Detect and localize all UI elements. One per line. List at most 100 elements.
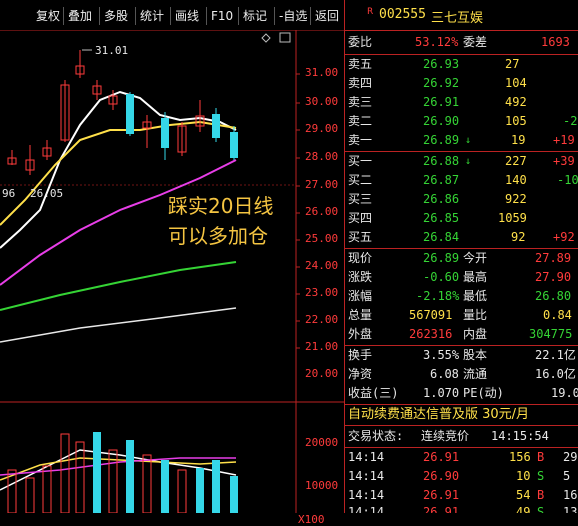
bid-price: 26.85	[423, 211, 460, 225]
bid-price: 26.87	[423, 173, 460, 187]
ask-label: 卖二	[348, 114, 373, 128]
kline-chart[interactable]: 31.00 30.00 29.00 28.00 27.00 26.00 25.0…	[0, 30, 344, 526]
stat-value: 262316	[409, 327, 453, 341]
stock-header: R 002555 三七互娱	[345, 5, 578, 27]
price-axis-label: 20.00	[305, 367, 339, 380]
bid-label: 买四	[348, 211, 373, 225]
stat-value: -0.60	[423, 270, 460, 284]
stat-label: 最高	[463, 270, 488, 284]
price-axis-label: 31.00	[305, 66, 339, 79]
price-axis-label: 23.00	[305, 286, 339, 299]
toolbar-draw-button[interactable]: 画线	[170, 7, 203, 25]
toolbar-mark-button[interactable]: 标记	[238, 7, 271, 25]
stat-label: 内盘	[463, 327, 488, 341]
bid-change: +92	[553, 230, 575, 244]
price-axis-label: 28.00	[305, 150, 339, 163]
toolbar-watchlist-button[interactable]: -自选	[274, 7, 311, 25]
arrow-down-icon: ↓	[465, 156, 472, 167]
toolbar-stats-button[interactable]: 统计	[135, 7, 168, 25]
bid-volume: 227	[505, 154, 527, 168]
stat-label: 总量	[348, 308, 373, 322]
bid-volume: 922	[505, 192, 527, 206]
price-axis-label: 24.00	[305, 259, 339, 272]
weibi-label: 委比	[348, 35, 373, 49]
stat-row: 换手 3.55% 股本 22.1亿	[345, 346, 578, 365]
kline-canvas	[0, 30, 344, 513]
stat-row: 涨幅 -2.18% 最低 26.80	[345, 287, 578, 306]
stat-value: 0.84	[543, 308, 572, 322]
price-axis-label: 21.00	[305, 340, 339, 353]
stat-row: 总量 567091 量比 0.84	[345, 306, 578, 325]
ask-row[interactable]: 卖二 26.90 105 -2	[345, 112, 578, 131]
trade-side: B	[537, 450, 545, 464]
price-axis-label: 22.00	[305, 313, 339, 326]
bid-change: +39	[553, 154, 575, 168]
toolbar-multistock-button[interactable]: 多股	[99, 7, 132, 25]
ask-volume: 27	[505, 57, 520, 71]
promo-ticker[interactable]: 自动续费通达信普及版 30元/月	[345, 405, 578, 425]
stat-label: 现价	[348, 251, 373, 265]
stat-value: 22.1亿	[535, 348, 576, 362]
stat-label: 最低	[463, 289, 488, 303]
ask-label: 卖一	[348, 133, 373, 147]
stat-value: 3.55%	[423, 348, 460, 362]
weibi-row: 委比 53.12% 委差 1693	[345, 33, 578, 52]
weicha-value: 1693	[541, 35, 570, 49]
volume-axis-label: 20000	[305, 436, 339, 449]
price-axis-label: 27.00	[305, 178, 339, 191]
stat-label: 涨跌	[348, 270, 373, 284]
stat-row: 外盘 262316 内盘 304775	[345, 325, 578, 344]
low-price-label: 26.05	[30, 187, 64, 200]
diamond-icon	[261, 33, 271, 43]
toolbar-back-button[interactable]: 返回	[310, 7, 343, 25]
stat-row: 净资 6.08 流通 16.0亿	[345, 365, 578, 384]
ask-row[interactable]: 卖五 26.93 27	[345, 55, 578, 74]
stat-value: 26.89	[423, 251, 460, 265]
bid-volume: 140	[505, 173, 527, 187]
trade-count: 13	[563, 505, 578, 513]
trade-status-label: 交易状态:	[348, 429, 404, 443]
bid-price: 26.88	[423, 154, 460, 168]
trade-time: 14:14	[348, 469, 385, 483]
volume-unit-label: X100	[298, 513, 325, 526]
stat-row: 涨跌 -0.60 最高 27.90	[345, 268, 578, 287]
bid-row[interactable]: 买一 26.88 ↓ 227 +39	[345, 152, 578, 171]
bid-row[interactable]: 买三 26.86 922	[345, 190, 578, 209]
stat-label: 股本	[463, 348, 488, 362]
weicha-label: 委差	[463, 35, 488, 49]
price-axis-label: 26.00	[305, 205, 339, 218]
trade-volume: 156	[509, 450, 531, 464]
low-price-label-left: 96	[2, 187, 16, 200]
price-axis-label: 25.00	[305, 232, 339, 245]
square-icon	[279, 32, 291, 43]
ask-volume: 105	[505, 114, 527, 128]
trade-volume: 49	[516, 505, 531, 513]
toolbar-fuquan-button[interactable]: 复权	[32, 7, 64, 25]
stat-label: 流通	[463, 367, 488, 381]
stat-label: 外盘	[348, 327, 373, 341]
bid-row[interactable]: 买四 26.85 1059	[345, 209, 578, 228]
toolbar-f10-button[interactable]: F10	[206, 7, 237, 25]
stat-label: PE(动)	[463, 386, 504, 400]
ask-price: 26.93	[423, 57, 460, 71]
bid-volume: 92	[511, 230, 526, 244]
stat-label: 涨幅	[348, 289, 373, 303]
ask-volume: 104	[505, 76, 527, 90]
ask-row[interactable]: 卖四 26.92 104	[345, 74, 578, 93]
annotation-line-1: 踩实20日线	[168, 194, 274, 218]
annotation-line-2: 可以多加仓	[168, 224, 268, 248]
price-axis-label: 30.00	[305, 95, 339, 108]
bid-price: 26.86	[423, 192, 460, 206]
stock-name: 三七互娱	[431, 11, 484, 26]
trade-status-time: 14:15:54	[491, 429, 549, 443]
ask-change: -2	[563, 114, 578, 128]
toolbar-overlay-button[interactable]: 叠加	[63, 7, 96, 25]
weibi-value: 53.12%	[415, 35, 459, 49]
ask-row[interactable]: 卖一 26.89 ↓ 19 +19	[345, 131, 578, 150]
trade-price: 26.90	[423, 469, 460, 483]
bid-row[interactable]: 买二 26.87 140 -10	[345, 171, 578, 190]
bid-row[interactable]: 买五 26.84 92 +92	[345, 228, 578, 247]
ask-row[interactable]: 卖三 26.91 492	[345, 93, 578, 112]
price-axis-label: 29.00	[305, 122, 339, 135]
stat-label: 换手	[348, 348, 373, 362]
